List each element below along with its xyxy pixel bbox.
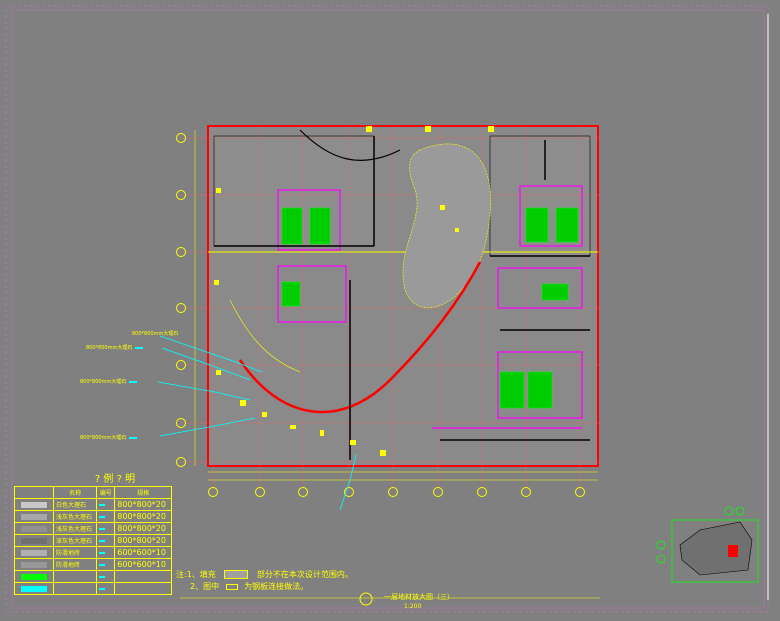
legend-swatch-cell [14,546,54,559]
legend-swatch [21,573,47,580]
legend-swatch-cell [14,510,54,523]
legend-header [14,486,54,499]
note-text: 部分不在本次设计范围内。 [256,570,353,579]
legend-swatch-cell [14,582,54,595]
axis-bubbles-left [176,133,186,467]
steel-plate-symbol [225,583,238,590]
legend-swatch [21,501,47,508]
legend-swatch-cell [14,558,54,571]
legend-spec [114,570,172,583]
note-prefix: 注:1、填充 [176,570,216,579]
key-plan [656,506,759,583]
callout-tag [129,437,138,439]
callout-label-2: 800*800mm大理石 [86,344,144,351]
legend-table: 名称 编号 规格 白色大理石 800*800*20 浅灰色大理石 800*800*20… [14,486,172,595]
legend-swatch [21,525,47,532]
legend-swatch [21,585,47,592]
legend-spec: 600*600*10 [114,558,172,571]
legend-code [99,504,106,506]
legend-header: 规格 [114,486,172,499]
legend-title: ? 例 ? 明 [94,474,136,485]
legend-spec: 800*800*20 [114,498,172,511]
legend-header-row: 名称 编号 规格 [14,486,172,499]
legend-swatch [21,513,47,520]
note-line-1: 注:1、填充 部分不在本次设计范围内。 [176,569,353,580]
legend-name: 深灰色大理石 [52,534,98,547]
legend-code [99,552,106,554]
legend-code [99,516,106,518]
drawing-title: 一层地材放大图（三） [384,593,454,601]
legend-name [52,570,98,583]
callout-text: 800*800mm大理石 [86,345,133,351]
callout-label-4: 800*800mm大理石 [80,434,138,441]
legend-header: 名称 [52,486,98,499]
legend-row: 浅灰色大理石 800*800*20 [14,522,172,535]
legend-code [99,588,106,590]
legend-code-cell [96,558,116,571]
callout-text: 800*800mm大理石 [80,379,127,385]
legend-swatch-cell [14,498,54,511]
note-text: 为钢板连接做法。 [244,582,309,591]
legend-swatch-cell [14,534,54,547]
callout-label-3: 800*800mm大理石 [80,378,138,385]
legend-name: 浅灰色大理石 [52,510,98,523]
title-bubble [359,592,373,606]
legend-name: 防滑地砖 [52,558,98,571]
legend-row: 深灰色大理石 800*800*20 [14,534,172,547]
legend-code [99,540,106,542]
legend-name: 白色大理石 [52,498,98,511]
legend-swatch [21,537,47,544]
callout-tag [129,381,138,383]
fill-swatch [224,570,249,579]
callout-label-1: 800*800mm大理石 [132,330,178,337]
legend-spec: 800*800*20 [114,522,172,535]
legend-spec: 600*600*10 [114,546,172,559]
note-line-2: 2、图中 为钢板连接做法。 [190,581,308,592]
legend-code-cell [96,582,116,595]
legend-spec: 800*800*20 [114,510,172,523]
legend-name: 浅灰色大理石 [52,522,98,535]
legend-name [52,582,98,595]
axis-bubbles-bottom [208,487,585,497]
legend-row: 白色大理石 800*800*20 [14,498,172,511]
legend-name: 防滑地砖 [52,546,98,559]
legend-code [99,576,106,578]
legend-row: 浅灰色大理石 800*800*20 [14,510,172,523]
legend-code [99,528,106,530]
legend-code-cell [96,498,116,511]
callout-text: 800*800mm大理石 [132,331,179,337]
legend-spec [114,582,172,595]
legend-code [99,564,106,566]
callout-text: 800*800mm大理石 [80,435,127,441]
legend-swatch-cell [14,570,54,583]
legend-code-cell [96,570,116,583]
legend-row [14,582,172,595]
callout-tag [135,347,144,349]
note-prefix: 2、图中 [190,582,220,591]
legend-spec: 800*800*20 [114,534,172,547]
legend-row: 防滑地砖 600*600*10 [14,546,172,559]
legend-code-cell [96,546,116,559]
legend-header: 编号 [96,486,116,499]
legend-row: 防滑地砖 600*600*10 [14,558,172,571]
legend-swatch [21,561,47,568]
legend-code-cell [96,522,116,535]
legend-swatch [21,549,47,556]
legend-code-cell [96,534,116,547]
legend-swatch-cell [14,522,54,535]
legend-code-cell [96,510,116,523]
drawing-scale: 1:200 [404,603,422,610]
legend-row [14,570,172,583]
